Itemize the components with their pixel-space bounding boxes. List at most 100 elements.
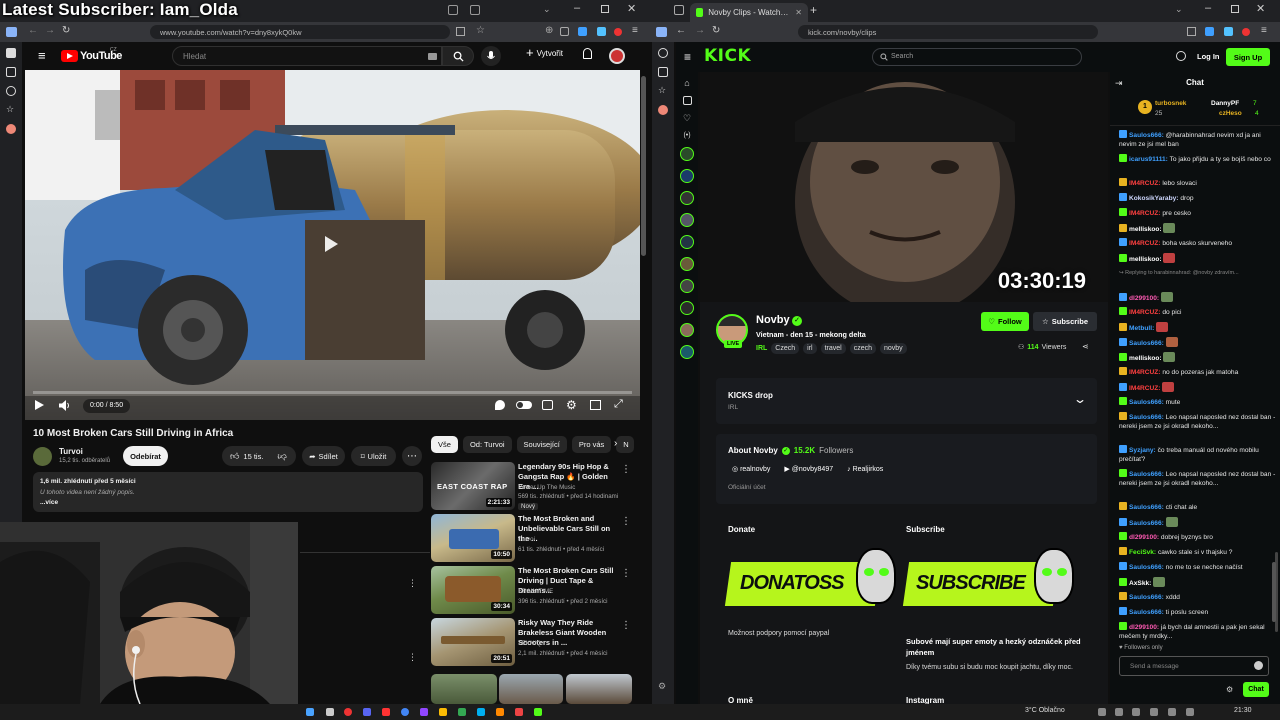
recommended-thumbnail[interactable]: 30:34 [431,566,515,614]
back-icon[interactable]: ← [28,25,38,36]
youtube-search-button[interactable] [442,46,474,66]
tiktok-link[interactable]: ♪ Realjirkos [847,466,883,473]
donate-banner[interactable]: DONATOSS [724,542,898,617]
youtube-link[interactable]: ▶ @novby8497 [784,465,833,473]
recommended-channel[interactable]: TEKNIQ [518,640,541,647]
right-url-field[interactable]: kick.com/novby/clips [798,25,1098,39]
chevron-down-icon[interactable]: ⌄ [1175,4,1183,15]
chat-username[interactable]: melliskoo: [1129,226,1162,233]
channel-avatar[interactable] [680,323,694,337]
recommended-video[interactable]: 30:34 The Most Broken Cars Still Driving… [431,566,631,614]
more-actions-button[interactable]: ⋯ [402,446,422,466]
youtube-search-input[interactable]: Hledat [172,46,442,66]
send-chat-button[interactable]: Chat [1243,682,1269,697]
star-icon[interactable]: ☆ [476,25,485,36]
tray-icon[interactable] [1150,708,1158,716]
tab-kick[interactable]: Novby Clips - Watch Live o... ✕ [690,3,808,22]
minimize-icon[interactable]: – [574,2,580,14]
extension-icon[interactable] [560,27,569,36]
hamburger-menu-icon[interactable]: ≡ [38,49,46,62]
channel-avatar[interactable] [33,447,52,466]
chat-username[interactable]: Saulos666: [1129,399,1164,406]
recommended-thumbnail[interactable]: 20:51 [431,618,515,666]
taskbar-app-icon[interactable] [382,708,390,716]
share-button[interactable]: ➦ Sdílet [302,446,345,466]
chat-username[interactable]: dl299100: [1129,624,1159,631]
maximize-icon[interactable] [1231,5,1239,13]
extension-icon[interactable] [1224,27,1233,36]
star-icon[interactable]: ☆ [658,86,668,96]
recommended-video[interactable]: 20:51 Risky Way They Ride Brakeless Gian… [431,618,631,666]
sidebar-app-icon[interactable] [6,67,16,77]
tray-icon[interactable] [1132,708,1140,716]
channel-avatar[interactable] [680,147,694,161]
follow-button[interactable]: ♡ Follow [981,312,1029,331]
dislike-icon[interactable]: 👍︎ [277,451,286,462]
recommended-channel[interactable]: BRAIN TIME [518,588,553,595]
recommended-icon[interactable]: (•) [683,132,690,139]
heart-icon[interactable]: ♡ [683,113,691,124]
top-gifter-name[interactable]: turbosnek [1155,100,1186,107]
taskbar-app-icon[interactable] [344,708,352,716]
like-icon[interactable]: 👍︎ [230,451,239,462]
emoji-icon[interactable] [1254,661,1263,670]
chat-username[interactable]: Saulos666: [1129,340,1164,347]
new-tab-icon[interactable]: + [810,3,817,17]
chat-username[interactable]: IM4RCUZ: [1129,210,1161,217]
taskbar-app-icon[interactable] [458,708,466,716]
chat-username[interactable]: Saulos666: [1129,520,1164,527]
home-icon[interactable]: ⌂ [684,78,689,88]
reload-icon[interactable]: ↻ [62,25,70,36]
youtube-logo-icon[interactable] [61,50,78,62]
play-icon[interactable] [35,400,44,410]
extension-icon[interactable] [1187,27,1196,36]
taskbar-app-icon[interactable] [534,708,542,716]
youtube-scrollbar[interactable] [640,70,648,704]
back-icon[interactable]: ← [676,25,686,36]
subscribe-banner[interactable]: SUBSCRIBE [902,542,1076,617]
extension-icon[interactable] [597,27,606,36]
chip-all[interactable]: Vše [431,436,458,453]
sidebar-app-icon[interactable] [658,67,668,77]
more-options-icon[interactable]: ⋮ [621,568,631,579]
chevron-right-icon[interactable]: › [614,438,617,449]
chat-username[interactable]: Saulos666: [1129,132,1164,139]
chat-username[interactable]: dl299100: [1129,534,1159,541]
signup-button[interactable]: Sign Up [1226,48,1270,66]
maximize-icon[interactable] [601,5,609,13]
reload-icon[interactable]: ↻ [712,25,720,36]
chat-username[interactable]: FeciSvk: [1129,549,1156,556]
subtitles-icon[interactable] [542,400,553,410]
chat-username[interactable]: KokosikYaraby: [1129,195,1178,202]
chat-username[interactable]: Saulos666: [1129,609,1164,616]
comment-kebab-icon[interactable]: ⋮ [408,652,417,663]
chat-username[interactable]: IM4RCUZ: [1129,240,1161,247]
share-icon[interactable]: ⋖ [1082,342,1089,351]
chat-username[interactable]: IM4RCUZ: [1129,309,1161,316]
taskbar-app-icon[interactable] [477,708,485,716]
gifter-name[interactable]: czHeso [1219,110,1242,117]
close-tab-icon[interactable]: ✕ [795,8,802,17]
instagram-link[interactable]: ◎ realnovby [732,465,770,473]
channel-avatar[interactable] [680,279,694,293]
tray-icon[interactable] [1115,708,1123,716]
stream-player[interactable]: 03:30:19 [700,72,1108,302]
close-icon[interactable]: ✕ [1256,2,1265,15]
recommended-channel[interactable]: Turvoi [518,536,535,543]
chat-username[interactable]: Saulos666: [1129,564,1164,571]
chat-username[interactable]: Saulos666: [1129,471,1164,478]
scrollbar-thumb[interactable] [641,76,646,256]
save-button[interactable]: ⌑ Uložit [351,446,396,466]
create-button[interactable]: + Vytvořit [526,46,563,59]
menu-icon[interactable]: ≡ [1261,25,1267,36]
taskbar-app-icon[interactable] [439,708,447,716]
chat-username[interactable]: IM4RCUZ: [1129,180,1161,187]
chat-username[interactable]: IM4RCUZ: [1129,369,1161,376]
channel-name[interactable]: Turvoi [59,447,83,456]
more-options-icon[interactable]: ⋮ [621,516,631,527]
chip-new[interactable]: N [616,436,635,453]
sidebar-app-icon[interactable] [6,124,16,134]
recommended-video[interactable]: 10:50 The Most Broken and Unbelievable C… [431,514,631,562]
menu-icon[interactable]: ≡ [632,25,638,36]
left-url-field[interactable]: www.youtube.com/watch?v=dny8xykQ0kw [150,25,450,39]
